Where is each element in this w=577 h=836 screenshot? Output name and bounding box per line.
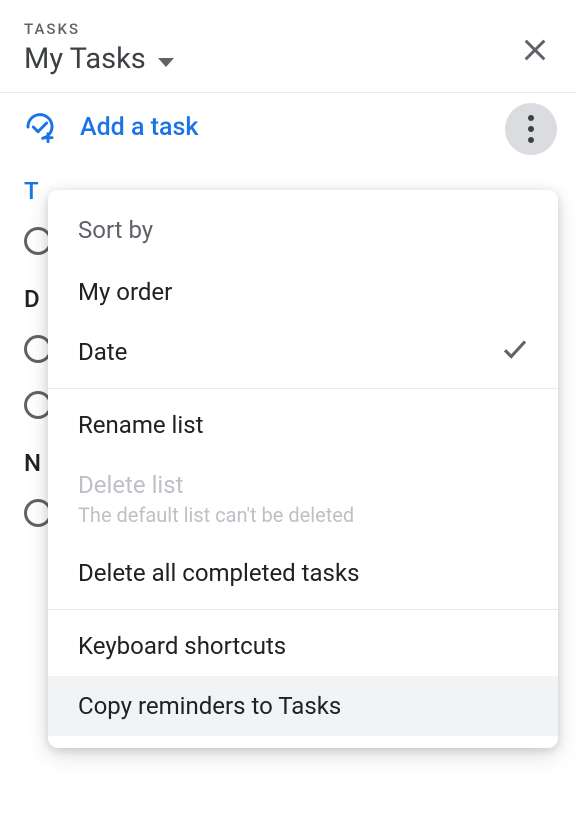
- menu-item-keyboard-shortcuts[interactable]: Keyboard shortcuts: [48, 616, 558, 676]
- menu-item-rename-list[interactable]: Rename list: [48, 395, 558, 455]
- menu-sort-by-label: Sort by: [48, 202, 558, 262]
- close-button[interactable]: [521, 36, 553, 68]
- list-name: My Tasks: [24, 42, 146, 76]
- check-icon: [500, 334, 530, 370]
- close-icon: [521, 36, 549, 64]
- menu-item-delete-completed[interactable]: Delete all completed tasks: [48, 543, 558, 603]
- menu-item-label: Delete list: [78, 471, 528, 499]
- menu-item-date[interactable]: Date: [48, 322, 558, 382]
- menu-item-label: Delete all completed tasks: [78, 559, 360, 587]
- menu-item-my-order[interactable]: My order: [48, 262, 558, 322]
- chevron-down-icon: [158, 58, 174, 67]
- more-options-button[interactable]: [505, 103, 557, 155]
- app-label: TASKS: [24, 20, 553, 38]
- menu-item-label: Copy reminders to Tasks: [78, 692, 341, 720]
- more-vertical-icon: [528, 115, 534, 143]
- menu-item-label: My order: [78, 278, 172, 306]
- header: TASKS My Tasks: [0, 0, 577, 93]
- list-selector[interactable]: My Tasks: [24, 42, 553, 76]
- add-task-icon: [24, 111, 56, 143]
- menu-item-delete-list: Delete list The default list can't be de…: [48, 455, 558, 543]
- menu-divider: [48, 609, 558, 610]
- add-task-label: Add a task: [80, 113, 198, 142]
- menu-item-copy-reminders[interactable]: Copy reminders to Tasks: [48, 676, 558, 736]
- options-menu: Sort by My order Date Rename list Delete…: [48, 190, 558, 748]
- menu-divider: [48, 388, 558, 389]
- add-task-row[interactable]: Add a task: [0, 93, 577, 161]
- menu-item-subtext: The default list can't be deleted: [78, 503, 528, 527]
- menu-item-label: Rename list: [78, 411, 203, 439]
- menu-item-label: Keyboard shortcuts: [78, 632, 286, 660]
- menu-item-label: Date: [78, 338, 127, 366]
